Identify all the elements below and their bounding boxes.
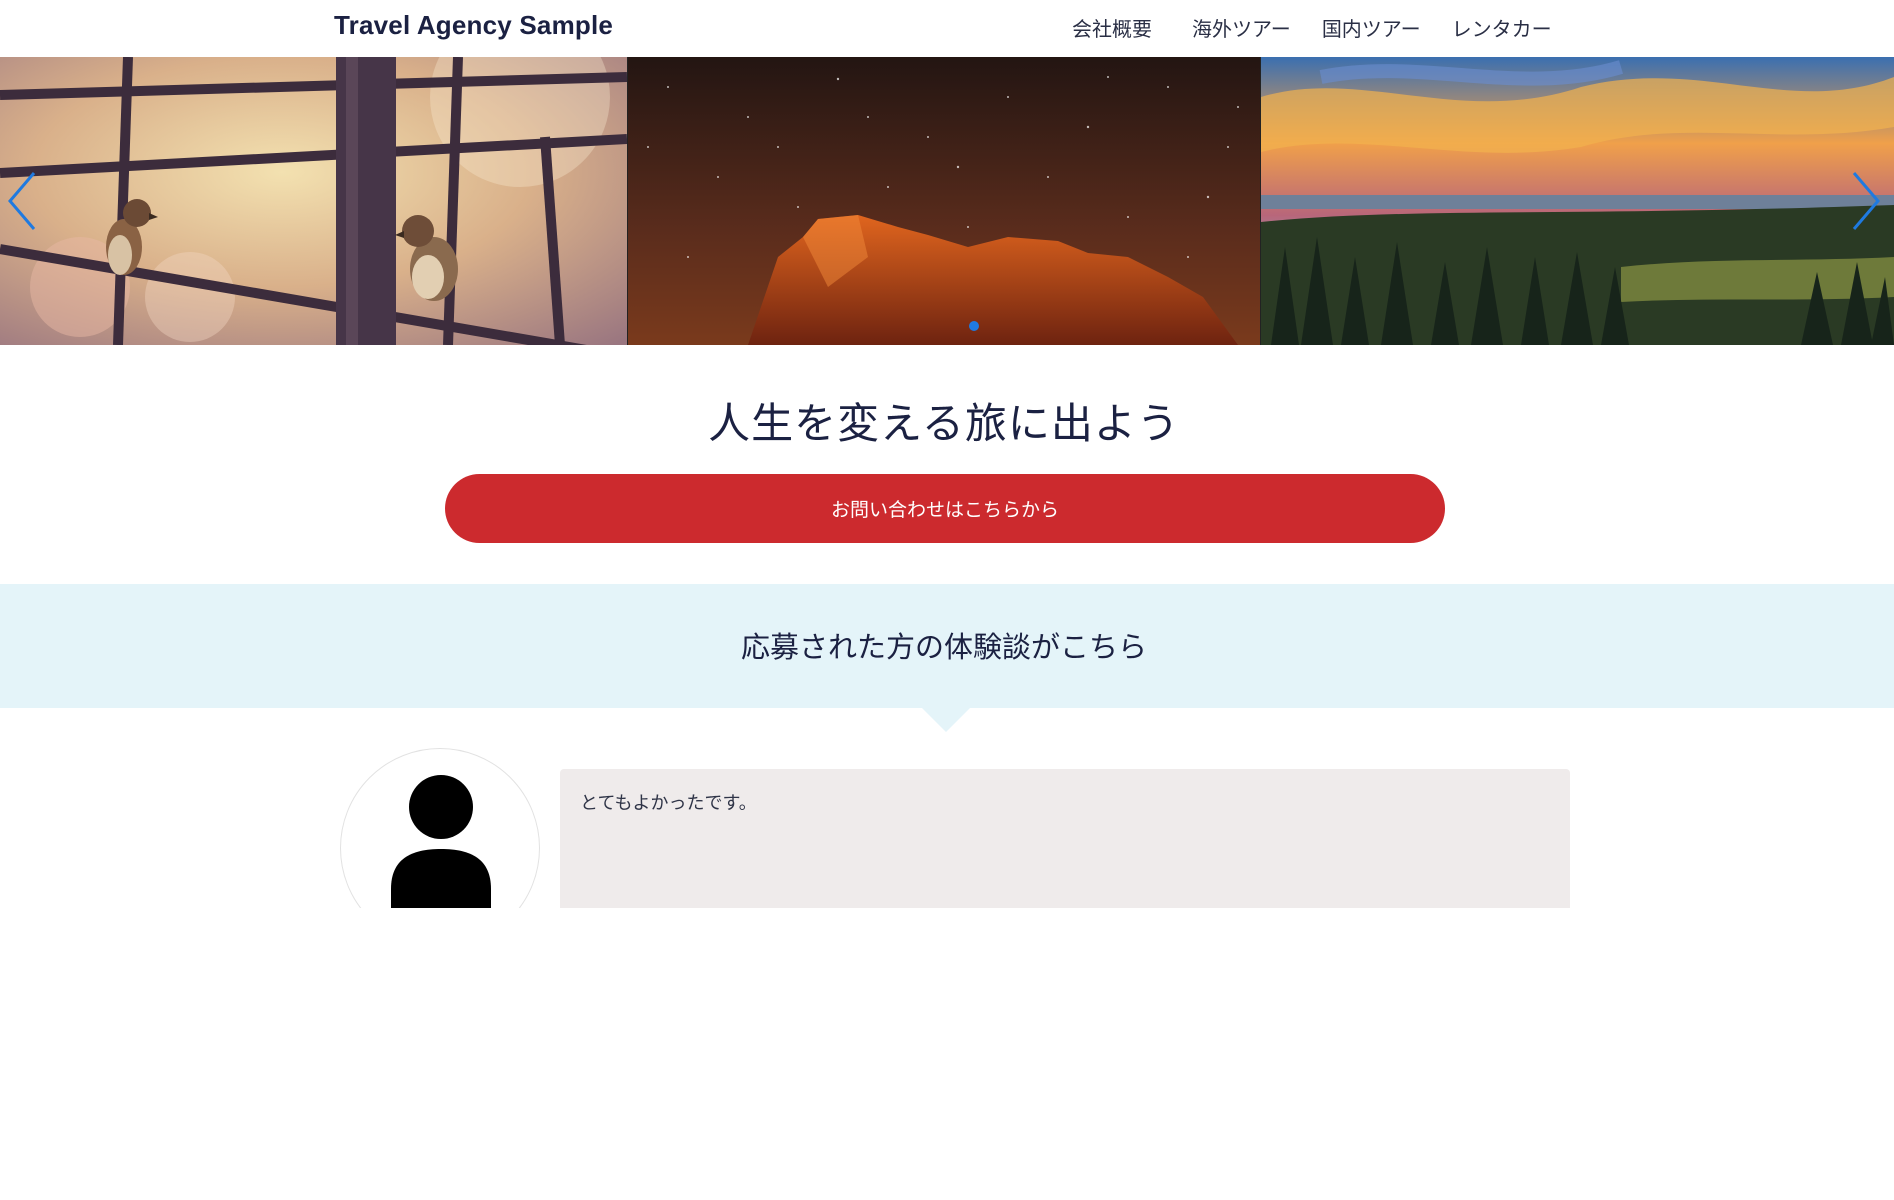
- testimonial-avatar: [340, 748, 540, 908]
- sparrows-on-fence-photo: [0, 57, 627, 345]
- nav-item-domestic-tours[interactable]: 国内ツアー: [1322, 13, 1421, 42]
- carousel-prev-button[interactable]: [2, 161, 42, 241]
- chevron-right-icon: [1852, 172, 1880, 230]
- carousel-slide-sparrows: [0, 57, 627, 345]
- nav-item-rental-car[interactable]: レンタカー: [1452, 13, 1552, 42]
- carousel-indicator[interactable]: [969, 321, 979, 331]
- chevron-left-icon: [8, 172, 36, 230]
- site-header: Travel Agency Sample 会社概要 海外ツアー 国内ツアー レン…: [0, 0, 1894, 57]
- carousel-next-button[interactable]: [1846, 161, 1886, 241]
- testimonial-list: とてもよかったです。: [0, 740, 1894, 908]
- hero-title: 人生を変える旅に出よう: [708, 399, 1180, 448]
- main-nav: 会社概要 海外ツアー 国内ツアー レンタカー: [1072, 13, 1552, 42]
- testimonials-header-band: 応募された方の体験談がこちら: [0, 584, 1894, 708]
- red-rock-night-sky-photo: [628, 57, 1260, 345]
- site-logo[interactable]: Travel Agency Sample: [334, 10, 613, 41]
- carousel-slide-red-rock: [628, 57, 1260, 345]
- contact-cta-button[interactable]: お問い合わせはこちらから: [445, 474, 1445, 543]
- testimonial-comment-text: とてもよかったです。: [580, 793, 757, 814]
- person-avatar-icon: [391, 775, 491, 908]
- forest-sunset-photo: [1261, 57, 1894, 345]
- nav-item-company[interactable]: 会社概要: [1072, 13, 1152, 42]
- carousel-slide-forest-sunset: [1261, 57, 1894, 345]
- hero-carousel: [0, 57, 1894, 345]
- band-pointer-arrow: [922, 708, 970, 732]
- nav-item-overseas-tours[interactable]: 海外ツアー: [1192, 13, 1291, 42]
- testimonials-heading: 応募された方の体験談がこちら: [740, 630, 1147, 664]
- testimonial-comment-box: とてもよかったです。: [560, 769, 1570, 908]
